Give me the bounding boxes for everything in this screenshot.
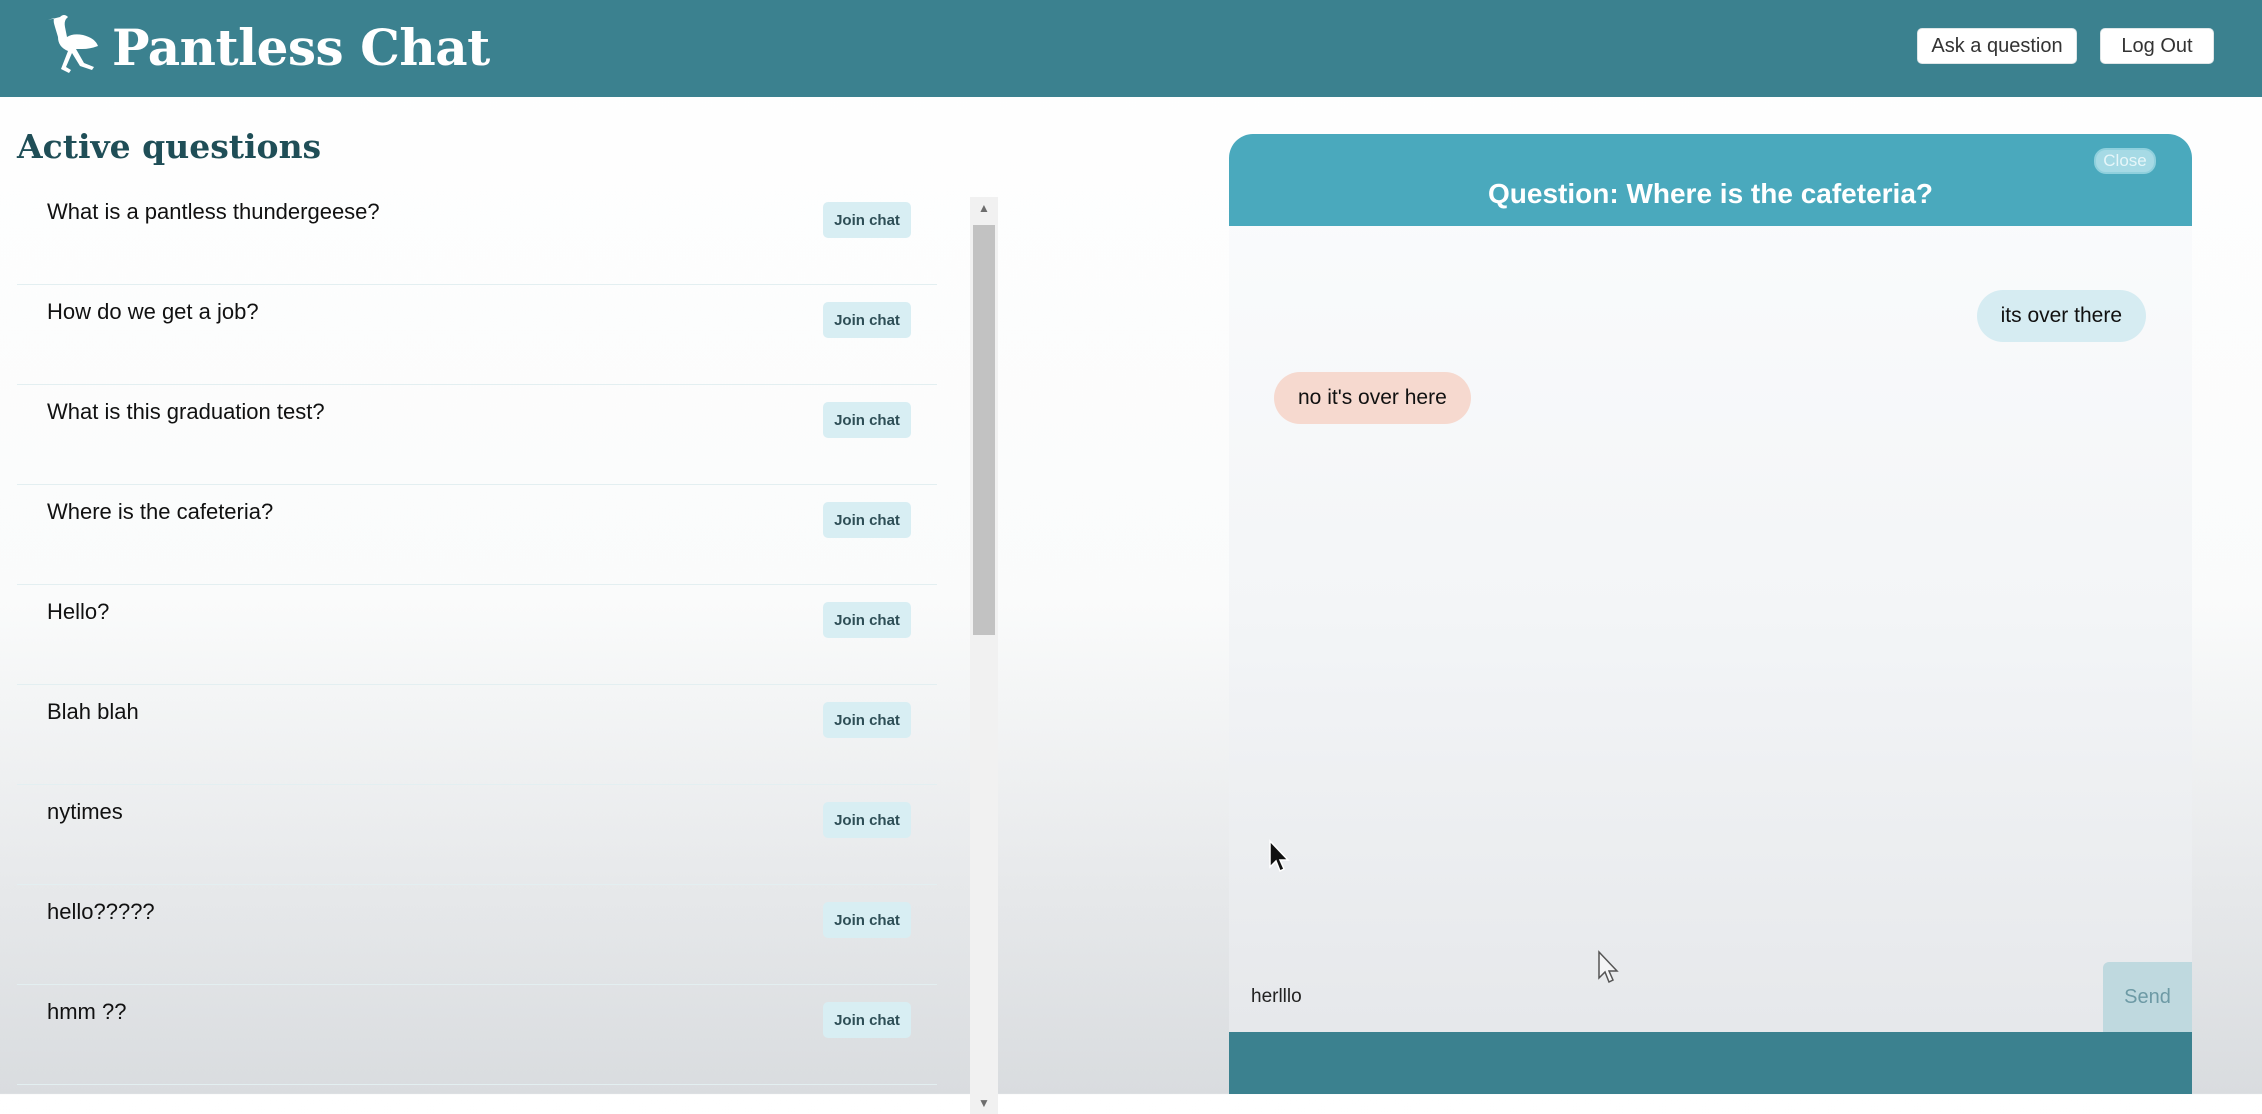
- question-text: hmm ??: [47, 999, 127, 1024]
- scroll-thumb[interactable]: [973, 225, 995, 635]
- join-chat-button[interactable]: Join chat: [823, 802, 911, 838]
- log-out-button[interactable]: Log Out: [2100, 28, 2214, 64]
- join-chat-button[interactable]: Join chat: [823, 202, 911, 238]
- question-text: What is this graduation test?: [47, 399, 325, 424]
- question-item: What is a pantless thundergeese? Join ch…: [17, 185, 937, 285]
- join-chat-button[interactable]: Join chat: [823, 702, 911, 738]
- join-chat-button[interactable]: Join chat: [823, 302, 911, 338]
- message-bubble-incoming: no it's over here: [1274, 372, 1471, 424]
- question-item: What is this graduation test? Join chat: [17, 385, 937, 485]
- question-item: hello????? Join chat: [17, 885, 937, 985]
- scrollbar[interactable]: ▲ ▼: [970, 197, 998, 1114]
- message-bubble-outgoing: its over there: [1976, 290, 2146, 342]
- question-text: How do we get a job?: [47, 299, 259, 324]
- send-button[interactable]: Send: [2103, 962, 2192, 1032]
- question-item: Blah blah Join chat: [17, 685, 937, 785]
- chat-footer: [1229, 1032, 2192, 1094]
- join-chat-button[interactable]: Join chat: [823, 602, 911, 638]
- scroll-down-icon[interactable]: ▼: [970, 1092, 998, 1114]
- close-button[interactable]: Close: [2094, 148, 2156, 174]
- question-text: Blah blah: [47, 699, 139, 724]
- question-text: Hello?: [47, 599, 110, 624]
- question-item: How do we get a job? Join chat: [17, 285, 937, 385]
- app-header: Pantless Chat Ask a question Log Out: [0, 0, 2262, 97]
- question-text: What is a pantless thundergeese?: [47, 199, 380, 224]
- join-chat-button[interactable]: Join chat: [823, 902, 911, 938]
- chat-header: Close Question: Where is the cafeteria?: [1229, 134, 2192, 226]
- ostrich-icon: [48, 15, 98, 73]
- question-item: Hello? Join chat: [17, 585, 937, 685]
- message-composer: Send: [1229, 962, 2192, 1032]
- active-questions-panel: Active questions What is a pantless thun…: [0, 97, 1000, 1114]
- message-input[interactable]: [1229, 962, 2103, 1032]
- brand[interactable]: Pantless Chat: [46, 12, 490, 82]
- join-chat-button[interactable]: Join chat: [823, 402, 911, 438]
- question-list[interactable]: What is a pantless thundergeese? Join ch…: [17, 185, 937, 1113]
- chat-window: Close Question: Where is the cafeteria? …: [1229, 134, 2192, 1094]
- question-item: hmm ?? Join chat: [17, 985, 937, 1085]
- join-chat-button[interactable]: Join chat: [823, 1002, 911, 1038]
- question-text: nytimes: [47, 799, 123, 824]
- panel-title: Active questions: [17, 127, 322, 166]
- ask-question-button[interactable]: Ask a question: [1917, 28, 2077, 64]
- question-item: Where is the cafeteria? Join chat: [17, 485, 937, 585]
- chat-title: Question: Where is the cafeteria?: [1488, 178, 1933, 209]
- scroll-up-icon[interactable]: ▲: [970, 197, 998, 219]
- mouse-cursor-icon: [1598, 950, 1619, 984]
- question-text: Where is the cafeteria?: [47, 499, 274, 524]
- question-text: hello?????: [47, 899, 155, 924]
- question-item: nytimes Join chat: [17, 785, 937, 885]
- mouse-cursor-icon: [1269, 839, 1290, 873]
- join-chat-button[interactable]: Join chat: [823, 502, 911, 538]
- brand-name: Pantless Chat: [112, 17, 490, 77]
